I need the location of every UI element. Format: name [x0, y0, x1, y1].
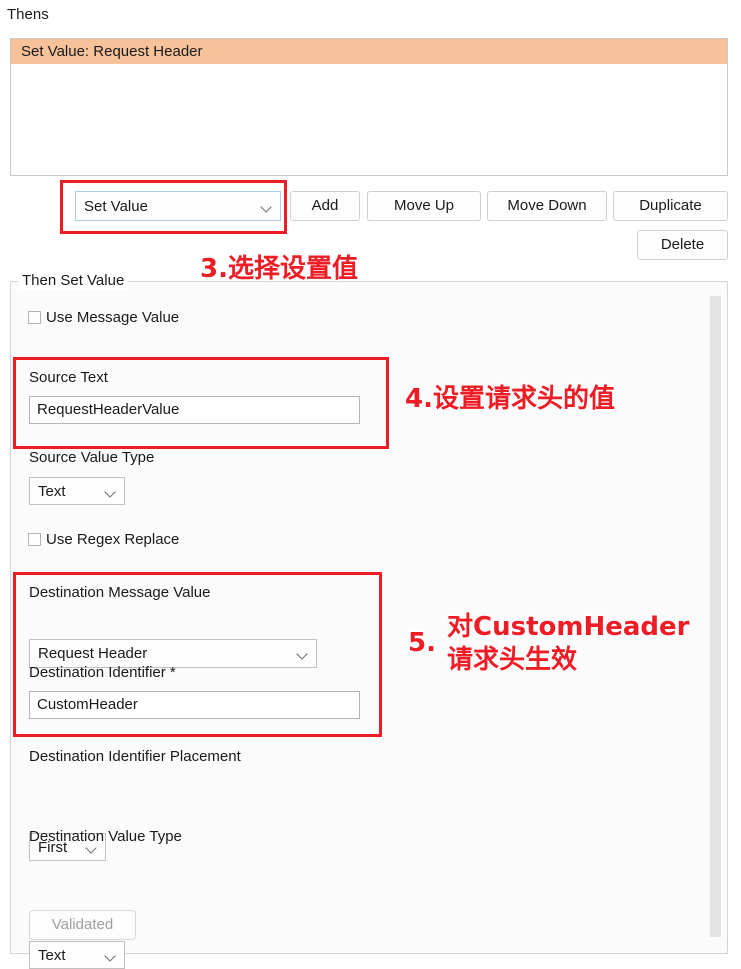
- source-text-input[interactable]: RequestHeaderValue: [29, 396, 360, 424]
- destination-identifier-input[interactable]: CustomHeader: [29, 691, 360, 719]
- destination-value-type-value: Text: [38, 946, 66, 964]
- checkbox-icon[interactable]: [28, 533, 41, 546]
- source-text-label: Source Text: [29, 369, 108, 386]
- source-value-type-value: Text: [38, 482, 66, 500]
- destination-identifier-label: Destination Identifier *: [29, 664, 176, 681]
- thens-list-box[interactable]: Set Value: Request Header: [10, 38, 728, 176]
- delete-button[interactable]: Delete: [637, 230, 728, 260]
- destination-value-type-dropdown[interactable]: Text: [29, 941, 125, 969]
- destination-identifier-placement-label: Destination Identifier Placement: [29, 748, 241, 765]
- annotation-step-3: 3.选择设置值: [200, 254, 358, 284]
- move-down-button[interactable]: Move Down: [487, 191, 607, 221]
- checkbox-icon[interactable]: [28, 311, 41, 324]
- validated-button[interactable]: Validated: [29, 910, 136, 940]
- chevron-down-icon: [297, 648, 308, 659]
- annotation-step-5-text: 对CustomHeader 请求头生效: [447, 611, 737, 677]
- source-value-type-label: Source Value Type: [29, 449, 155, 466]
- use-message-value-checkbox[interactable]: Use Message Value: [28, 309, 179, 326]
- then-set-value-groupbox-title: Then Set Value: [18, 272, 129, 290]
- destination-message-value-value: Request Header: [38, 645, 148, 662]
- source-value-type-dropdown[interactable]: Text: [29, 477, 125, 505]
- add-button[interactable]: Add: [290, 191, 360, 221]
- list-item[interactable]: Set Value: Request Header: [11, 39, 727, 64]
- duplicate-button[interactable]: Duplicate: [613, 191, 728, 221]
- use-message-value-label: Use Message Value: [46, 309, 180, 326]
- annotation-step-5-number: 5.: [408, 628, 436, 658]
- annotation-step-4: 4.设置请求头的值: [405, 384, 615, 414]
- use-regex-replace-label: Use Regex Replace: [46, 531, 180, 548]
- destination-message-value-label: Destination Message Value: [29, 584, 211, 601]
- chevron-down-icon: [105, 486, 116, 497]
- destination-value-type-label: Destination Value Type: [29, 828, 182, 845]
- annotation-step-5-line-2: 请求头生效: [447, 645, 578, 675]
- action-type-dropdown[interactable]: Set Value: [75, 191, 281, 221]
- use-regex-replace-checkbox[interactable]: Use Regex Replace: [28, 531, 179, 548]
- action-type-value: Set Value: [84, 197, 148, 215]
- annotation-step-5-line-1: 对CustomHeader: [447, 612, 690, 642]
- move-up-button[interactable]: Move Up: [367, 191, 481, 221]
- thens-label: Thens: [7, 6, 49, 23]
- chevron-down-icon: [105, 950, 116, 961]
- chevron-down-icon: [261, 201, 272, 212]
